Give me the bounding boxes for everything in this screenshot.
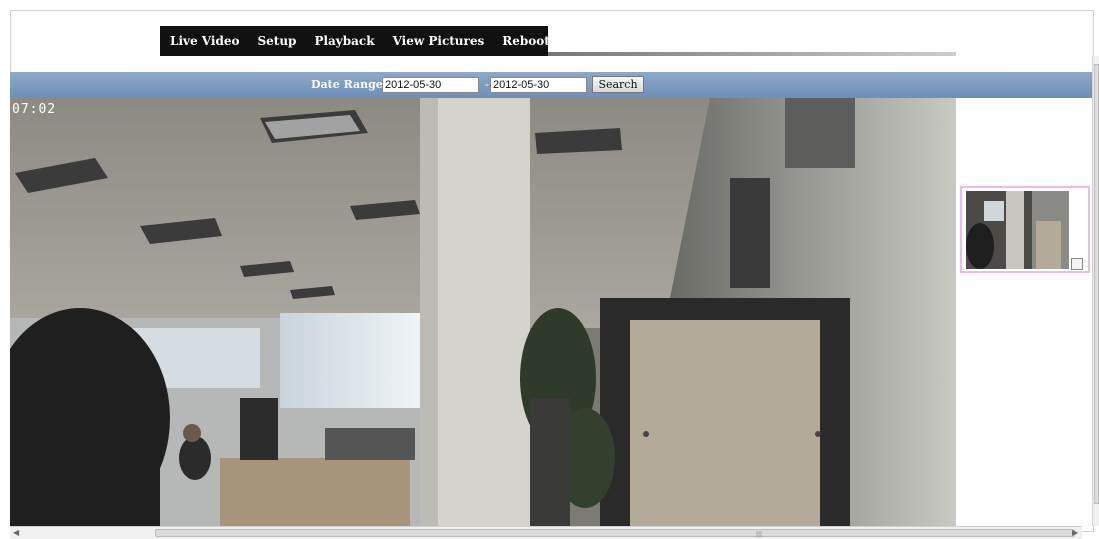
vertical-scrollbar[interactable] xyxy=(1092,56,1099,526)
horizontal-scrollbar[interactable]: ◀ ||| ▶ xyxy=(10,526,1082,539)
scroll-grip-icon: ||| xyxy=(756,531,763,538)
nav-setup[interactable]: Setup xyxy=(257,34,296,48)
start-date-input[interactable] xyxy=(382,77,479,93)
search-button[interactable]: Search xyxy=(592,76,644,93)
horizontal-scroll-thumb[interactable]: ||| xyxy=(155,529,1075,538)
nav-underline xyxy=(548,52,956,56)
nav-playback[interactable]: Playback xyxy=(314,34,374,48)
video-timestamp: 07:02 xyxy=(12,102,57,117)
nav-live-video[interactable]: Live Video xyxy=(170,34,239,48)
vertical-scroll-thumb[interactable] xyxy=(1094,64,1099,504)
office-scene-image xyxy=(10,98,956,526)
nav-exit[interactable]: Exit xyxy=(568,34,594,48)
top-nav: Live Video Setup Playback View Pictures … xyxy=(160,26,594,56)
scroll-right-icon[interactable]: ▶ xyxy=(1072,528,1078,537)
end-date-input[interactable] xyxy=(490,77,587,93)
thumbnail-checkbox[interactable] xyxy=(1071,258,1083,270)
nav-reboot[interactable]: Reboot xyxy=(502,34,550,48)
scroll-left-icon[interactable]: ◀ xyxy=(13,528,19,537)
date-search-bar: Date Range: - Search xyxy=(10,72,1092,98)
date-separator: - xyxy=(485,78,489,91)
picture-thumbnail-card[interactable] xyxy=(960,186,1090,273)
date-range-label: Date Range: xyxy=(311,78,387,91)
camera-picture: 07:02 xyxy=(10,98,956,526)
nav-view-pictures[interactable]: View Pictures xyxy=(393,34,485,48)
picture-thumbnail[interactable] xyxy=(966,191,1069,269)
